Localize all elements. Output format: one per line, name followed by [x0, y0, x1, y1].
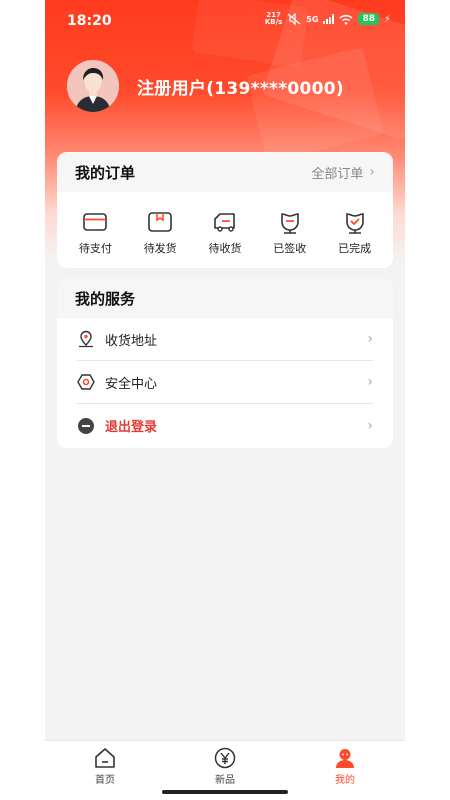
avatar-illustration — [67, 60, 119, 112]
orders-header: 我的订单 全部订单 › — [57, 152, 393, 192]
completed-icon — [345, 213, 364, 234]
order-signed[interactable]: 已签收 — [260, 210, 320, 256]
chevron-right-icon: › — [369, 164, 375, 180]
services-title: 我的服务 — [75, 289, 136, 308]
chevron-right-icon: › — [367, 417, 373, 434]
user-profile[interactable]: 注册用户(139****0000) — [67, 60, 344, 112]
network-speed: 217 KB/s — [264, 11, 283, 26]
order-status-row: 待支付 待发货 待收货 已签收 已完成 — [57, 192, 393, 268]
network-type: 5G — [306, 14, 319, 24]
all-orders-link[interactable]: 全部订单 › — [311, 163, 375, 182]
service-address[interactable]: 收货地址 › — [77, 318, 373, 361]
chevron-right-icon: › — [367, 374, 373, 390]
signal-icon — [323, 14, 335, 24]
user-avatar[interactable] — [67, 60, 119, 112]
service-security[interactable]: 安全中心 › — [77, 361, 373, 404]
wifi-icon — [339, 14, 353, 25]
services-list: 收货地址 › 安全中心 › 退出登录 › — [57, 318, 393, 447]
shield-hex-icon — [77, 374, 95, 390]
services-header: 我的服务 — [57, 278, 393, 318]
username: 注册用户(139****0000) — [137, 78, 344, 99]
orders-card: 我的订单 全部订单 › 待支付 待发货 待收货 已签收 已完成 — [57, 152, 393, 268]
tab-mine[interactable]: 我的 — [285, 741, 405, 800]
yen-icon — [214, 747, 236, 769]
home-indicator — [162, 790, 288, 794]
status-bar: 18:20 217 KB/s 5G 88 ⚡ — [45, 0, 405, 42]
signed-icon — [280, 213, 299, 234]
mute-icon — [287, 13, 301, 25]
order-pending-shipment[interactable]: 待发货 — [130, 210, 190, 256]
card-icon — [83, 213, 108, 231]
services-card: 我的服务 收货地址 › 安全中心 › 退出登录 › — [57, 278, 393, 448]
minus-circle-icon — [78, 417, 94, 434]
chevron-right-icon: › — [367, 331, 373, 347]
tab-home[interactable]: 首页 — [45, 741, 165, 800]
truck-icon — [214, 213, 235, 232]
service-logout[interactable]: 退出登录 › — [77, 404, 373, 447]
status-time: 18:20 — [67, 13, 112, 29]
location-pin-icon — [79, 330, 93, 348]
person-icon — [336, 749, 354, 768]
order-pending-receipt[interactable]: 待收货 — [195, 210, 255, 256]
battery-level: 88 — [358, 13, 379, 25]
box-icon — [148, 212, 172, 232]
order-pending-payment[interactable]: 待支付 — [65, 210, 125, 256]
charging-icon: ⚡ — [383, 13, 391, 25]
app-screen: 18:20 217 KB/s 5G 88 ⚡ 注册用户(139****0000)… — [45, 0, 405, 800]
orders-title: 我的订单 — [75, 163, 136, 182]
order-completed[interactable]: 已完成 — [325, 210, 385, 256]
home-icon — [95, 748, 115, 768]
